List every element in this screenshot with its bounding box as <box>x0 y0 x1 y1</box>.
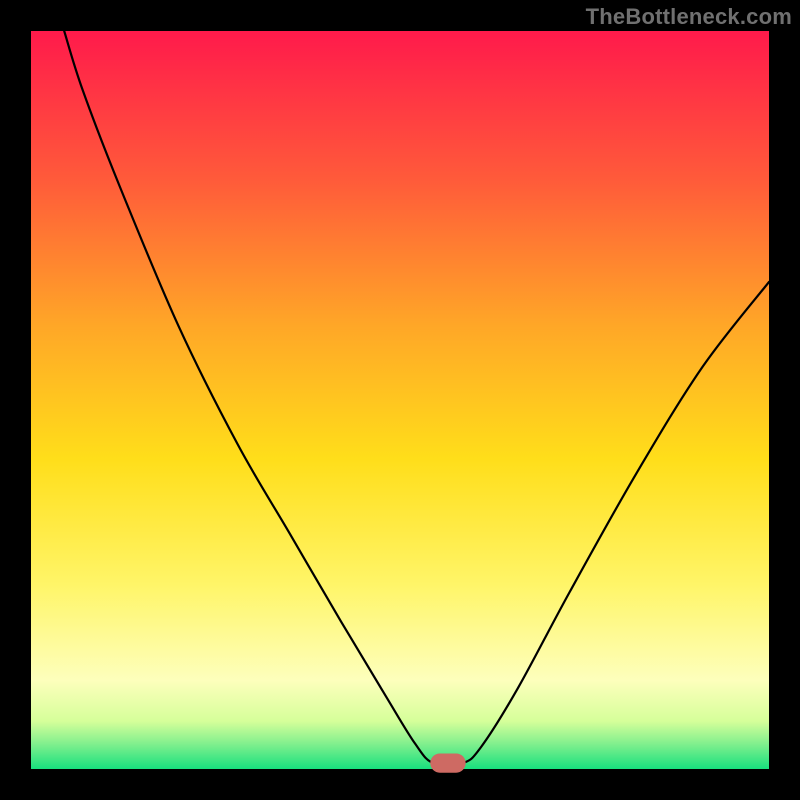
bottleneck-chart <box>0 0 800 800</box>
chart-frame: { "watermark": "TheBottleneck.com", "cha… <box>0 0 800 800</box>
plot-background <box>31 31 769 769</box>
optimal-point <box>430 754 465 773</box>
watermark-text: TheBottleneck.com <box>586 4 792 30</box>
